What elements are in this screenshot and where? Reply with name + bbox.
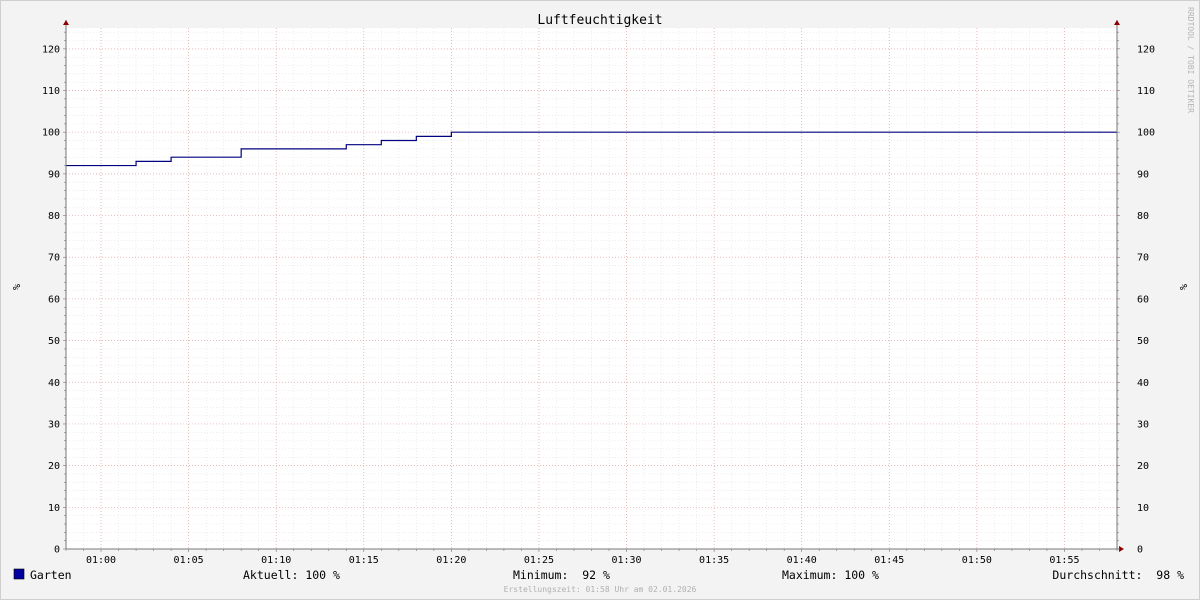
y-tick-label-right: 0 <box>1137 545 1143 556</box>
x-tick-label: 01:20 <box>436 555 466 566</box>
y-tick-label-right: 40 <box>1137 378 1149 389</box>
y-tick-label-right: 60 <box>1137 294 1149 305</box>
y-tick-label-left: 120 <box>42 44 60 55</box>
y-tick-label-left: 0 <box>54 545 60 556</box>
y-tick-label-left: 100 <box>42 128 60 139</box>
y-tick-label-left: 10 <box>48 503 60 514</box>
legend-stat-aktuell: Aktuell: 100 % <box>243 568 340 582</box>
y-tick-label-left: 90 <box>48 169 60 180</box>
x-tick-label: 01:35 <box>699 555 729 566</box>
y-tick-label-left: 70 <box>48 253 60 264</box>
y-tick-label-right: 120 <box>1137 44 1155 55</box>
y-tick-label-right: 10 <box>1137 503 1149 514</box>
y-tick-label-right: 70 <box>1137 253 1149 264</box>
x-tick-label: 01:05 <box>174 555 204 566</box>
legend-series-name: Garten <box>30 568 72 582</box>
x-tick-label: 01:10 <box>261 555 291 566</box>
y-tick-label-right: 20 <box>1137 461 1149 472</box>
legend-stat-minimum: Minimum: 92 % <box>513 568 610 582</box>
y-axis-label-left: % <box>10 284 21 290</box>
x-tick-label: 01:15 <box>349 555 379 566</box>
x-tick-label: 01:40 <box>787 555 817 566</box>
chart-title: Luftfeuchtigkeit <box>537 13 662 28</box>
y-tick-label-left: 50 <box>48 336 60 347</box>
y-tick-label-right: 110 <box>1137 86 1155 97</box>
y-tick-label-right: 80 <box>1137 211 1149 222</box>
y-tick-label-left: 60 <box>48 294 60 305</box>
x-tick-label: 01:50 <box>962 555 992 566</box>
y-tick-label-right: 50 <box>1137 336 1149 347</box>
legend-stat-durchschnitt: Durchschnitt: 98 % <box>1052 568 1184 582</box>
x-tick-label: 01:55 <box>1049 555 1079 566</box>
x-tick-label: 01:00 <box>86 555 116 566</box>
legend-swatch <box>13 568 25 580</box>
y-tick-label-left: 110 <box>42 86 60 97</box>
x-tick-label: 01:30 <box>611 555 641 566</box>
humidity-chart: 01:00 01:05 01:10 01:15 01:20 01:25 01:30 01:35… <box>10 7 1195 594</box>
y-tick-label-right: 90 <box>1137 169 1149 180</box>
y-tick-label-left: 40 <box>48 378 60 389</box>
x-tick-label: 01:25 <box>524 555 554 566</box>
watermark: RRDTOOL / TOBI OETIKER <box>1186 7 1195 113</box>
y-axis-left-arrow <box>63 20 69 25</box>
y-tick-label-left: 20 <box>48 461 60 472</box>
y-tick-label-right: 100 <box>1137 128 1155 139</box>
x-tick-label: 01:45 <box>874 555 904 566</box>
y-axis-right-arrow <box>1114 20 1120 25</box>
y-tick-label-left: 80 <box>48 211 60 222</box>
y-tick-label-right: 30 <box>1137 419 1149 430</box>
legend-stat-maximum: Maximum: 100 % <box>782 568 879 582</box>
y-axis-label-right: % <box>1177 284 1188 290</box>
footer-timestamp: Erstellungszeit: 01:58 Uhr am 02.01.2026 <box>504 585 697 594</box>
y-tick-label-left: 30 <box>48 419 60 430</box>
